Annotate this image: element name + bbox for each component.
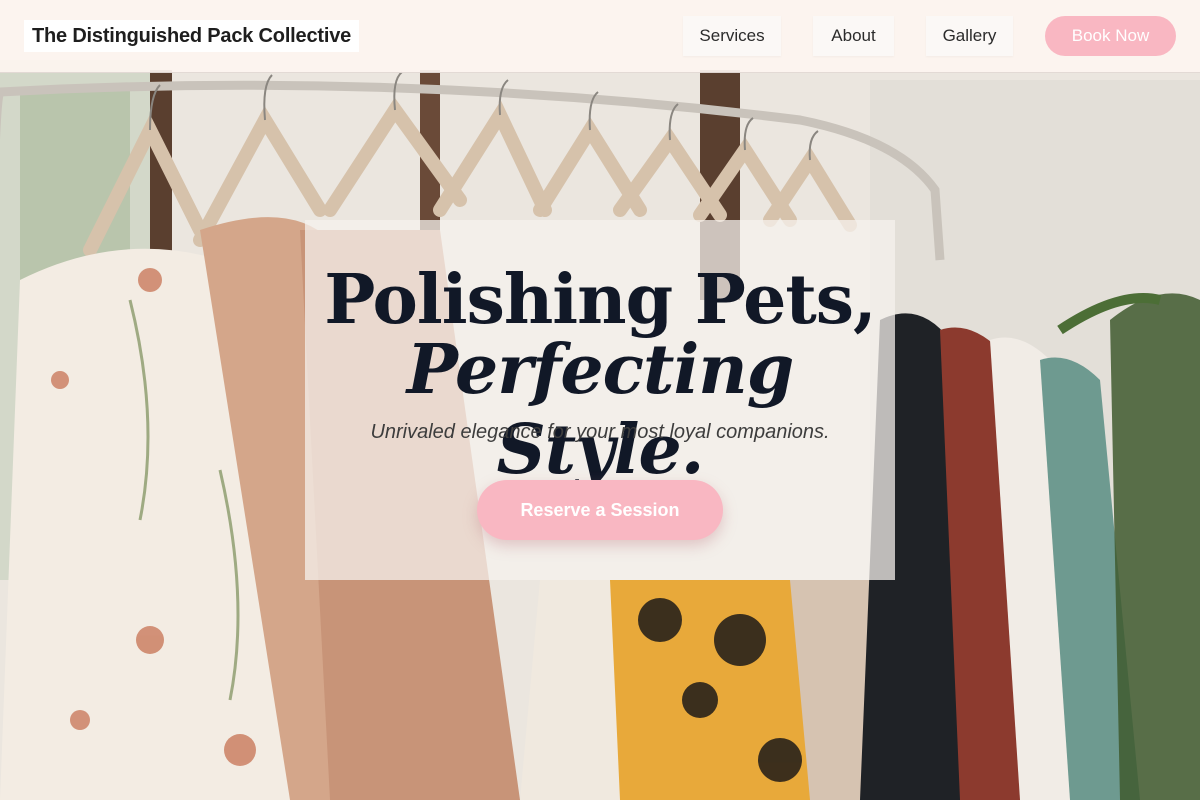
book-now-button[interactable]: Book Now bbox=[1045, 16, 1176, 56]
hero-subheadline: Unrivaled elegance for your most loyal c… bbox=[370, 421, 830, 443]
nav-gallery[interactable]: Gallery bbox=[926, 16, 1013, 56]
brand-logo[interactable]: The Distinguished Pack Collective bbox=[24, 20, 360, 52]
hero-card: Polishing Pets, Perfecting Style. Unriva… bbox=[305, 220, 895, 580]
hero-headline-line1: Polishing Pets, bbox=[324, 260, 876, 340]
site-header: The Distinguished Pack Collective Servic… bbox=[0, 0, 1200, 73]
hero-headline-line2: Perfecting Style. bbox=[406, 330, 795, 490]
nav-services[interactable]: Services bbox=[683, 16, 781, 56]
reserve-session-button[interactable]: Reserve a Session bbox=[477, 480, 723, 540]
nav-about[interactable]: About bbox=[813, 16, 894, 56]
